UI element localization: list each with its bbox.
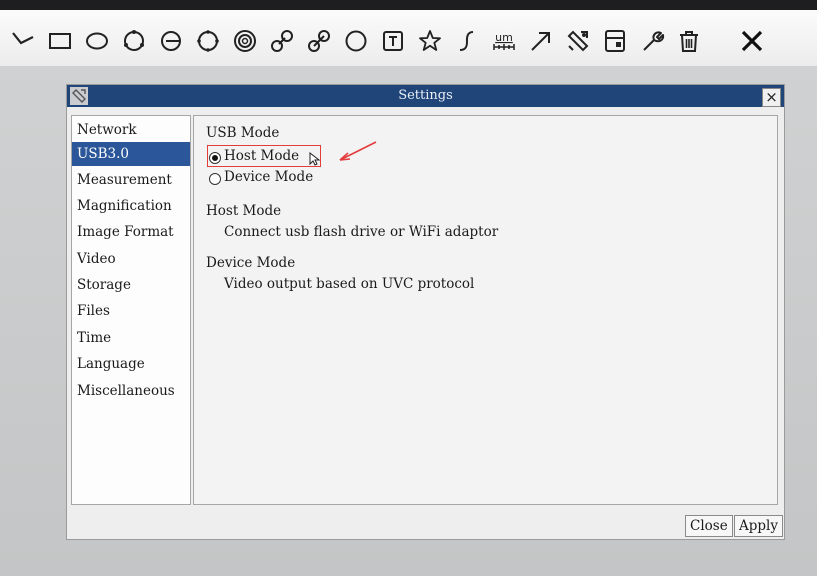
sidebar-item-network[interactable]: Network (72, 118, 190, 142)
usb-mode-group-title: USB Mode (206, 125, 280, 141)
sidebar-item-files[interactable]: Files (72, 299, 190, 323)
line-icon[interactable] (10, 28, 36, 54)
link-icon[interactable] (269, 28, 295, 54)
device-mode-description: Video output based on UVC protocol (224, 276, 475, 292)
usb-settings-panel: USB Mode Host Mode Device Mode Host Mode… (193, 115, 778, 505)
link-alt-icon[interactable] (306, 28, 332, 54)
sidebar-item-language[interactable]: Language (72, 352, 190, 376)
settings-icon[interactable] (565, 28, 591, 54)
dialog-close-button[interactable]: × (762, 88, 781, 107)
trash-icon[interactable] (676, 28, 702, 54)
settings-dialog: Settings × Network USB3.0 Measurement Ma… (66, 84, 785, 540)
device-mode-radio[interactable] (209, 173, 221, 185)
device-mode-option-label[interactable]: Device Mode (224, 169, 313, 185)
save-icon[interactable] (602, 28, 628, 54)
arc-circle-icon[interactable] (343, 28, 369, 54)
ellipse-icon[interactable] (84, 28, 110, 54)
star-icon[interactable] (417, 28, 443, 54)
text-icon[interactable] (380, 28, 406, 54)
circle-icon[interactable] (195, 28, 221, 54)
scale-bar-label: um (495, 31, 513, 44)
sidebar-item-video[interactable]: Video (72, 247, 190, 271)
dialog-titlebar: Settings × (67, 85, 784, 107)
annotation-arrow-icon (336, 140, 378, 164)
sidebar-item-time[interactable]: Time (72, 326, 190, 350)
apply-button[interactable]: Apply (734, 515, 783, 537)
wrench-icon[interactable] (639, 28, 665, 54)
sidebar-item-image-format[interactable]: Image Format (72, 220, 190, 244)
sidebar-item-miscellaneous[interactable]: Miscellaneous (72, 379, 190, 403)
curve-icon[interactable] (454, 28, 480, 54)
scale-bar-icon[interactable]: um (491, 28, 517, 54)
multi-point-circle-icon[interactable] (121, 28, 147, 54)
arrow-icon[interactable] (528, 28, 554, 54)
sidebar-item-measurement[interactable]: Measurement (72, 168, 190, 192)
device-mode-heading: Device Mode (206, 255, 296, 271)
dialog-title: Settings (398, 88, 453, 103)
close-button[interactable]: Close (685, 515, 733, 537)
host-mode-description: Connect usb flash drive or WiFi adaptor (224, 224, 499, 240)
mouse-cursor-icon (309, 151, 321, 166)
rectangle-icon[interactable] (47, 28, 73, 54)
screen-top-edge (0, 0, 817, 10)
settings-nav: Network USB3.0 Measurement Magnification… (71, 115, 191, 505)
annotation-highlight-box (207, 145, 321, 167)
close-icon[interactable] (739, 28, 765, 54)
sidebar-item-magnification[interactable]: Magnification (72, 194, 190, 218)
concentric-circles-icon[interactable] (232, 28, 258, 54)
sidebar-item-usb3[interactable]: USB3.0 (72, 142, 190, 166)
sidebar-item-storage[interactable]: Storage (72, 273, 190, 297)
host-mode-heading: Host Mode (206, 203, 282, 219)
drawing-toolbar: um (0, 10, 817, 67)
circle-with-line-icon[interactable] (158, 28, 184, 54)
